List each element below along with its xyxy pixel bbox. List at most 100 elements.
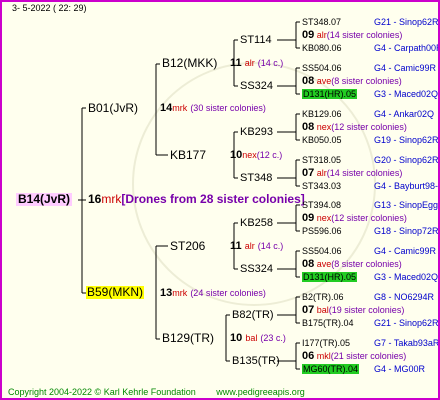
l4-mark: nex	[316, 213, 332, 223]
l4-bottom-ref-text: G18 - Sinop72R	[374, 226, 439, 236]
l4-note: (14 sister colonies)	[326, 168, 403, 178]
l4-bottom-id[interactable]: B175(TR).04	[302, 318, 354, 328]
l4-bottom-ref: G18 - Sinop72R	[374, 225, 439, 238]
l4-bottom-ref-text: G4 - Carpath00R	[374, 43, 440, 53]
l4-num: 07	[302, 167, 315, 179]
l4-top-id[interactable]: ST348.07	[302, 17, 341, 27]
l4-bottom-id[interactable]: D131(HR).05	[302, 89, 358, 99]
l3-queen-5[interactable]: SS324	[240, 263, 273, 276]
l2-queen-3[interactable]: B129(TR)	[162, 332, 214, 345]
l4-bottom-id[interactable]: MG60(TR).04	[302, 364, 360, 374]
l4-top-ref-text: G8 - NO6294R	[374, 292, 435, 302]
l3-queen-0[interactable]: ST114	[240, 34, 272, 47]
l4-bottom-id[interactable]: KB050.05	[302, 135, 342, 145]
root-num: 16	[88, 192, 102, 206]
root-queen[interactable]: B14(JvR)	[16, 193, 73, 206]
l4-top-id[interactable]: ST318.05	[302, 155, 341, 165]
l4-top-ref: G4 - Ankar02Q	[374, 108, 434, 121]
l4-top-ref: G4 - Camic99R	[374, 245, 436, 258]
l4-mid-row: 08 ave(8 sister colonies)	[302, 75, 402, 88]
l3-queen-1[interactable]: SS324	[240, 80, 273, 93]
l1-queen-1[interactable]: B59(MKN)	[86, 286, 145, 299]
l4-top-ref-text: G4 - Camic99R	[374, 246, 437, 256]
l3-queen-2[interactable]: KB293	[240, 126, 273, 139]
l4-num: 09	[302, 29, 315, 41]
l4-note: (14 sister colonies)	[326, 30, 403, 40]
l4-top-ref-text: G20 - Sinop62R	[374, 155, 439, 165]
l4-top-ref-text: G21 - Sinop62R	[374, 17, 439, 27]
l4-note: (12 sister colonies)	[331, 213, 407, 223]
l4-bottom-ref: G19 - Sinop62R	[374, 134, 439, 147]
l4-note: (8 sister colonies)	[331, 259, 402, 269]
l4-bottom-id[interactable]: ST343.03	[302, 181, 341, 191]
l4-num: 07	[302, 304, 315, 316]
l4-top-id[interactable]: ST394.08	[302, 200, 341, 210]
footer: Copyright 2004-2022 © Karl Kehrle Founda…	[8, 387, 305, 397]
l4-top-id[interactable]: SS504.06	[302, 63, 342, 73]
l4-bottom-row: D131(HR).05	[302, 88, 358, 101]
l4-top-ref-text: G4 - Ankar02Q	[374, 109, 435, 119]
l4-note: (19 sister colonies)	[328, 305, 405, 315]
l4-top-id[interactable]: B2(TR).06	[302, 292, 344, 302]
l4-bottom-id[interactable]: PS596.06	[302, 226, 342, 236]
l4-top-row: ST318.05	[302, 154, 341, 167]
l4-top-row: I177(TR).05	[302, 337, 350, 350]
l2-queen-2[interactable]: ST206	[170, 240, 205, 253]
l2-mating-2: 11 alr (14 c.)	[230, 240, 284, 252]
l4-bottom-ref: G4 - MG00R	[374, 363, 425, 376]
l4-num: 08	[302, 258, 315, 270]
l4-bottom-ref-text: G3 - Maced02Q	[374, 272, 439, 282]
l4-top-ref: G21 - Sinop62R	[374, 16, 439, 29]
l4-num: 08	[302, 121, 315, 133]
l4-top-ref: G13 - SinopEgg86R	[374, 199, 438, 212]
l4-bottom-ref: G4 - Bayburt98-3	[374, 180, 438, 193]
l4-top-id[interactable]: KB129.06	[302, 109, 342, 119]
l4-mid-row: 07 bal(19 sister colonies)	[302, 304, 404, 317]
l4-bottom-row: D131(HR).05	[302, 271, 358, 284]
l4-top-ref-text: G7 - Takab93aR	[374, 338, 440, 348]
l4-bottom-id[interactable]: KB080.06	[302, 43, 342, 53]
l4-top-id[interactable]: SS504.06	[302, 246, 342, 256]
l4-bottom-id[interactable]: D131(HR).05	[302, 272, 358, 282]
l3-queen-6[interactable]: B82(TR)	[232, 309, 274, 322]
l2-queen-1[interactable]: KB177	[170, 149, 206, 162]
l4-bottom-ref-text: G4 - MG00R	[374, 364, 426, 374]
l4-mark: mkl	[316, 351, 331, 361]
l4-bottom-row: B175(TR).04	[302, 317, 354, 330]
l4-mark: bal	[316, 305, 329, 315]
l4-bottom-ref-text: G21 - Sinop62R	[374, 318, 439, 328]
l4-top-ref-text: G4 - Camic99R	[374, 63, 437, 73]
l3-queen-7[interactable]: B135(TR)	[232, 355, 280, 368]
l4-bottom-row: PS596.06	[302, 225, 342, 238]
l4-bottom-ref: G3 - Maced02Q	[374, 271, 438, 284]
l4-mid-row: 06 mkl(21 sister colonies)	[302, 350, 406, 363]
l4-top-ref: G20 - Sinop62R	[374, 154, 439, 167]
l1-queen-0[interactable]: B01(JvR)	[88, 102, 138, 115]
l4-mark: alr	[316, 30, 327, 40]
l4-note: (8 sister colonies)	[331, 76, 402, 86]
l4-bottom-row: ST343.03	[302, 180, 341, 193]
l4-bottom-ref-text: G3 - Maced02Q	[374, 89, 439, 99]
l1-mating-0: 14mrk (30 sister colonies)	[160, 102, 266, 114]
footer-site[interactable]: www.pedigreeapis.org	[216, 387, 305, 397]
l1-mating-1: 13mrk (24 sister colonies)	[160, 287, 266, 299]
l2-queen-0[interactable]: B12(MKK)	[162, 57, 217, 70]
l4-top-row: SS504.06	[302, 62, 342, 75]
l4-bottom-row: MG60(TR).04	[302, 363, 360, 376]
l4-bottom-row: KB080.06	[302, 42, 342, 55]
l4-bottom-row: KB050.05	[302, 134, 342, 147]
l4-top-ref: G4 - Camic99R	[374, 62, 436, 75]
root-mating: 16mrk[Drones from 28 sister colonies]	[88, 193, 305, 206]
l2-mating-0: 11 alr (14 c.)	[230, 57, 284, 69]
l4-mark: ave	[316, 259, 332, 269]
l4-top-id[interactable]: I177(TR).05	[302, 338, 350, 348]
l4-mid-row: 08 nex(12 sister colonies)	[302, 121, 407, 134]
l4-top-ref: G8 - NO6294R	[374, 291, 434, 304]
l4-bottom-ref-text: G19 - Sinop62R	[374, 135, 439, 145]
l2-mating-1: 10nex(12 c.)	[230, 149, 283, 161]
l4-mid-row: 09 alr(14 sister colonies)	[302, 29, 402, 42]
l3-queen-3[interactable]: ST348	[240, 172, 272, 185]
l4-mid-row: 07 alr(14 sister colonies)	[302, 167, 402, 180]
l3-queen-4[interactable]: KB258	[240, 217, 273, 230]
l4-top-row: ST394.08	[302, 199, 341, 212]
